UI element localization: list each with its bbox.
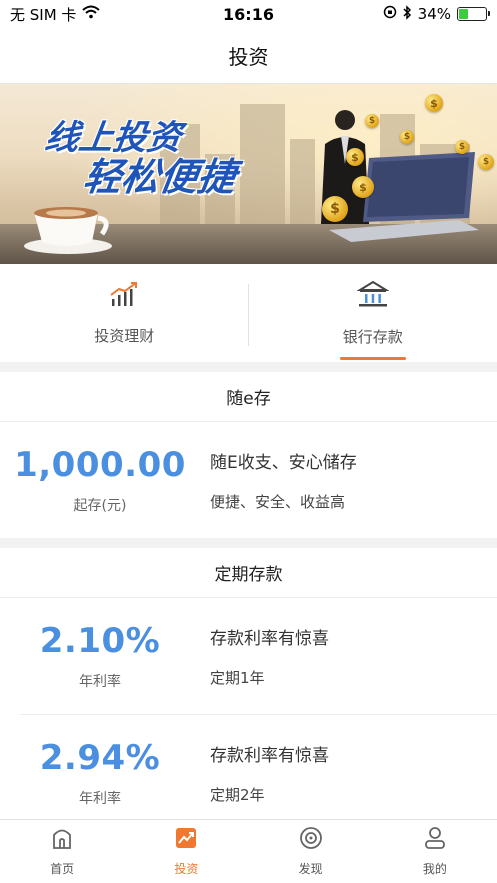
tabbar-item-discover[interactable]: 发现	[249, 820, 373, 883]
min-deposit-amount: 1,000.00	[14, 445, 186, 485]
discover-icon	[299, 826, 323, 854]
product-card[interactable]: 1,000.00 起存(元) 随E收支、安心储存 便捷、安全、收益高	[0, 422, 497, 538]
slogan-line-2: 轻松便捷	[80, 155, 239, 200]
section-separator	[0, 362, 497, 372]
banner-slogan: 线上投资 轻松便捷	[36, 118, 243, 200]
coin-icon: $	[352, 176, 374, 198]
bluetooth-icon	[403, 4, 412, 24]
battery-icon	[457, 7, 490, 21]
tabbar-item-profile[interactable]: 我的	[373, 820, 497, 883]
section-title: 随e存	[0, 372, 497, 422]
coin-icon: $	[478, 154, 494, 170]
amount-label: 起存(元)	[73, 498, 127, 514]
coin-icon: $	[346, 148, 364, 166]
rate-label: 年利率	[79, 674, 121, 690]
coin-icon: $	[365, 114, 379, 128]
battery-percent: 34%	[417, 5, 451, 23]
product-tagline: 存款利率有惊喜	[210, 746, 329, 766]
tab-bank-deposit[interactable]: 银行存款	[249, 264, 497, 362]
interest-rate: 2.10%	[39, 621, 161, 661]
product-tagline: 存款利率有惊喜	[210, 629, 329, 649]
tabbar-label: 投资	[174, 862, 199, 876]
status-bar: 无 SIM 卡 16:16 34%	[0, 0, 497, 28]
product-tagline: 随E收支、安心储存	[210, 453, 357, 473]
coin-icon: $	[400, 130, 414, 144]
tabbar-label: 我的	[422, 862, 447, 876]
tabbar-label: 发现	[298, 862, 323, 876]
page-title: 投资	[228, 45, 269, 69]
product-features: 便捷、安全、收益高	[210, 493, 346, 511]
orientation-lock-icon	[383, 5, 397, 23]
section-title: 定期存款	[0, 548, 497, 598]
clock: 16:16	[223, 4, 274, 24]
product-card[interactable]: 2.94% 年利率 存款利率有惊喜 定期2年	[0, 715, 497, 831]
coin-icon: $	[322, 196, 348, 222]
nav-bar: 投资	[0, 28, 497, 84]
profile-icon	[423, 826, 447, 854]
carrier-label: 无 SIM 卡	[10, 5, 77, 24]
product-card[interactable]: 2.10% 年利率 存款利率有惊喜 定期1年	[0, 598, 497, 714]
tab-label: 银行存款	[342, 327, 403, 346]
section-separator	[0, 538, 497, 548]
battery-fill	[459, 9, 468, 19]
bar-chart-icon	[109, 281, 139, 311]
rate-label: 年利率	[79, 791, 121, 807]
invest-chart-icon	[174, 826, 198, 854]
coin-icon: $	[425, 94, 443, 112]
wifi-icon	[82, 5, 101, 23]
category-tabs: 投资理财 银行存款	[0, 264, 497, 362]
slogan-line-1: 线上投资	[42, 118, 184, 158]
coffee-cup-illustration	[24, 207, 112, 254]
home-icon	[50, 826, 74, 854]
tabbar-label: 首页	[50, 862, 75, 876]
tab-label: 投资理财	[94, 326, 155, 345]
building	[240, 104, 285, 234]
product-term: 定期1年	[210, 669, 265, 687]
building	[290, 139, 315, 234]
tabbar-item-invest[interactable]: 投资	[124, 820, 248, 883]
bank-icon	[356, 280, 390, 312]
promo-banner[interactable]: 线上投资 轻松便捷 $ $ $ $ $ $ $ $	[0, 84, 497, 264]
product-term: 定期2年	[210, 786, 265, 804]
interest-rate: 2.94%	[39, 738, 161, 778]
coin-icon: $	[455, 140, 469, 154]
tabbar-item-home[interactable]: 首页	[0, 820, 124, 883]
tab-investment[interactable]: 投资理财	[0, 264, 249, 362]
bottom-tab-bar: 首页 投资 发现 我的	[0, 819, 497, 883]
